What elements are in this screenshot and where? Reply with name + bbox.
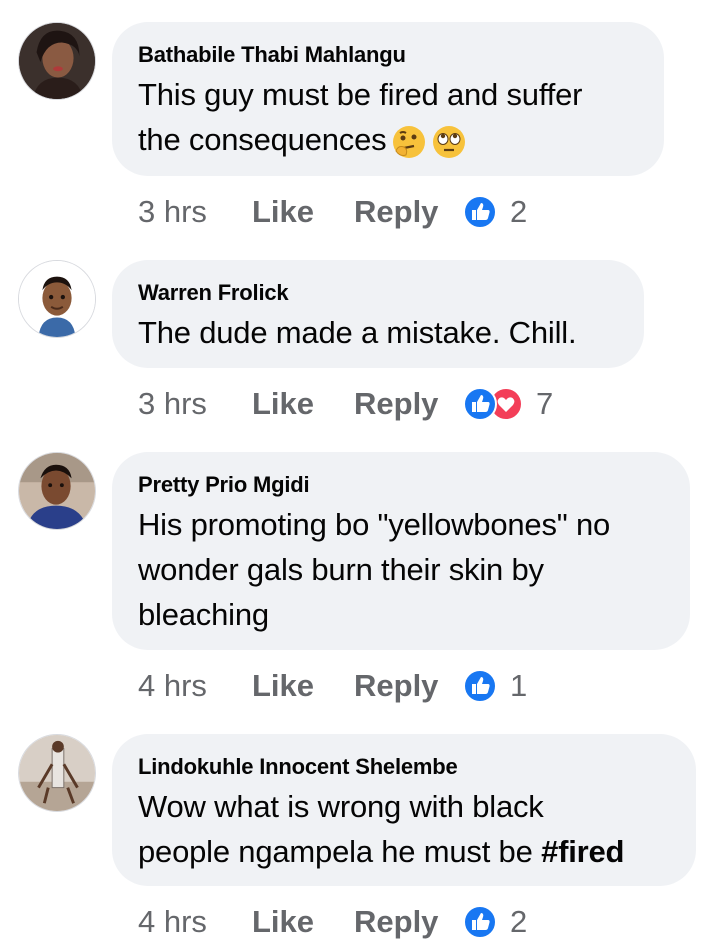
reply-button[interactable]: Reply [354, 904, 462, 940]
reply-button[interactable]: Reply [354, 386, 462, 422]
comment-text-line: bleaching [138, 597, 269, 632]
like-reaction-icon [463, 669, 497, 703]
comment-text: This guy must be fired and suffer the con… [138, 72, 636, 162]
avatar[interactable] [18, 260, 96, 338]
avatar[interactable] [18, 22, 96, 100]
avatar-image [19, 735, 95, 811]
comment-text-line: wonder gals burn their skin by [138, 552, 544, 587]
comment-text: Wow what is wrong with black people ngam… [138, 784, 668, 874]
like-button[interactable]: Like [252, 194, 354, 230]
comment-timestamp[interactable]: 3 hrs [138, 386, 252, 422]
like-button[interactable]: Like [252, 904, 354, 940]
comment-author[interactable]: Pretty Prio Mgidi [138, 472, 662, 498]
comment-text-content: This guy must be fired and suffer the con… [138, 77, 583, 157]
avatar[interactable] [18, 452, 96, 530]
reply-button[interactable]: Reply [354, 194, 462, 230]
comment-timestamp[interactable]: 4 hrs [138, 668, 252, 704]
comment-actions: 4 hrs Like Reply 2 [138, 902, 527, 942]
reaction-count[interactable]: 1 [510, 668, 527, 704]
avatar[interactable] [18, 734, 96, 812]
comment-text-line: Wow what is wrong with black [138, 789, 544, 824]
reply-button[interactable]: Reply [354, 668, 462, 704]
hashtag-link[interactable]: #fired [541, 834, 624, 869]
comment-text-line: His promoting bo "yellowbones" no [138, 507, 611, 542]
comment-text: His promoting bo "yellowbones" no wonder… [138, 502, 662, 637]
like-reaction-icon [463, 905, 497, 939]
avatar-image [19, 23, 95, 99]
like-button[interactable]: Like [252, 386, 354, 422]
comment-bubble: Warren Frolick The dude made a mistake. … [112, 260, 644, 368]
reactions-summary[interactable] [462, 194, 498, 230]
thinking-face-emoji [392, 125, 426, 159]
reaction-count[interactable]: 7 [536, 386, 553, 422]
like-reaction-icon [463, 195, 497, 229]
reactions-summary[interactable] [462, 386, 524, 422]
like-button[interactable]: Like [252, 668, 354, 704]
reactions-summary[interactable] [462, 904, 498, 940]
comment-timestamp[interactable]: 3 hrs [138, 194, 252, 230]
like-love-reactions-icon [463, 387, 523, 421]
comment-author[interactable]: Bathabile Thabi Mahlangu [138, 42, 636, 68]
comment-text: The dude made a mistake. Chill. [138, 315, 577, 350]
reaction-count[interactable]: 2 [510, 194, 527, 230]
comment-actions: 3 hrs Like Reply 2 [138, 192, 527, 232]
comment-text-line: people ngampela he must be #fired [138, 829, 668, 874]
comment-bubble: Lindokuhle Innocent Shelembe Wow what is… [112, 734, 696, 886]
comment-actions: 3 hrs Like Reply 7 [138, 384, 553, 424]
comment-text-plain: people ngampela he must be [138, 834, 542, 869]
comment-timestamp[interactable]: 4 hrs [138, 904, 252, 940]
comment-actions: 4 hrs Like Reply 1 [138, 666, 527, 706]
face-with-rolling-eyes-emoji [432, 125, 466, 159]
avatar-image [19, 453, 95, 529]
reaction-count[interactable]: 2 [510, 904, 527, 940]
avatar-image [19, 261, 95, 337]
comment-author[interactable]: Warren Frolick [138, 280, 616, 306]
comment-bubble: Bathabile Thabi Mahlangu This guy must b… [112, 22, 664, 176]
comment-author[interactable]: Lindokuhle Innocent Shelembe [138, 754, 668, 780]
reactions-summary[interactable] [462, 668, 498, 704]
comment-bubble: Pretty Prio Mgidi His promoting bo "yell… [112, 452, 690, 650]
